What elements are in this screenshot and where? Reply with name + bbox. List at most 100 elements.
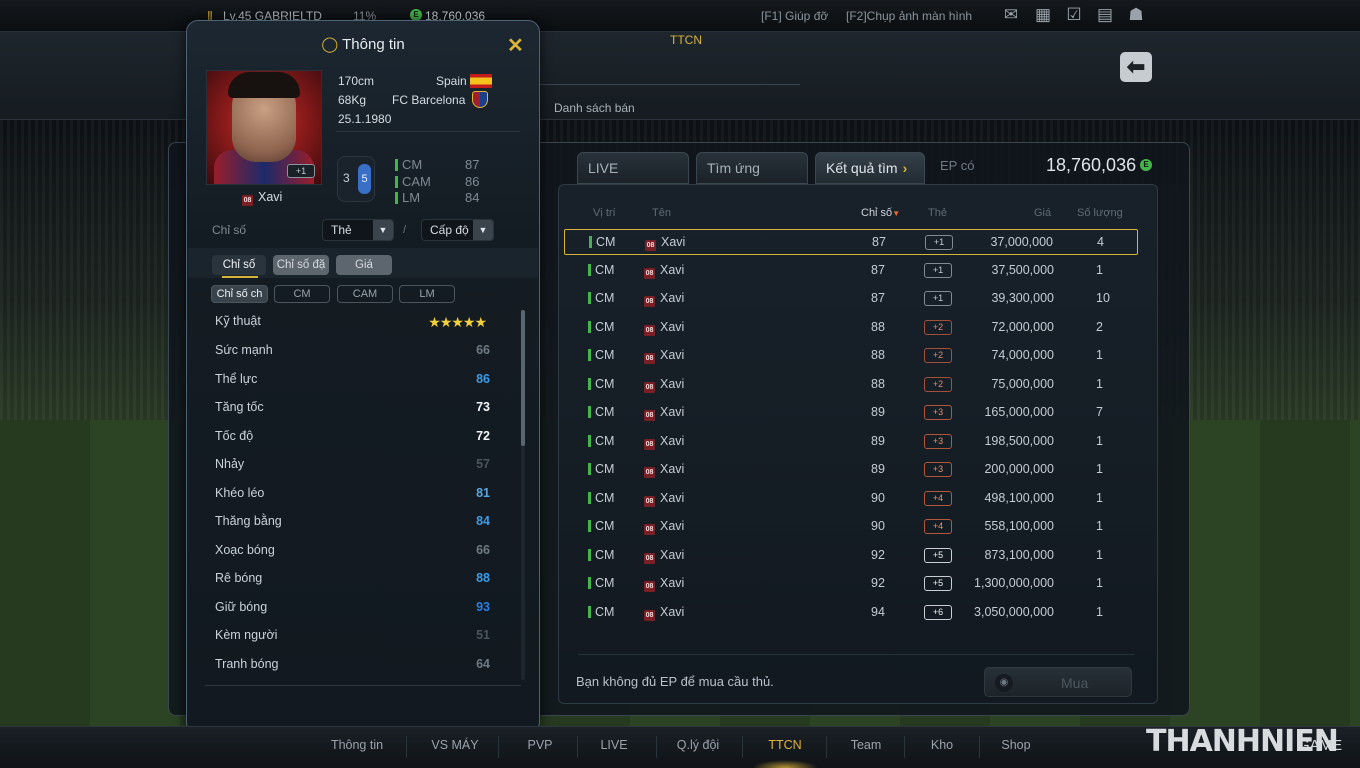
col-card[interactable]: Thẻ [928, 207, 947, 219]
nav-item[interactable]: Q.lý đội [658, 738, 738, 752]
stat-row: Tốc độ 72 [215, 429, 490, 449]
row-rating: 87 [871, 291, 885, 305]
news-icon[interactable]: ▦ [1032, 5, 1054, 25]
nav-item[interactable]: PVP [500, 738, 580, 752]
sell-list-tab[interactable]: Danh sách bán [554, 101, 635, 115]
col-position[interactable]: Vị trí [593, 207, 616, 219]
table-row[interactable]: CM 08 Xavi 89 +3 165,000,000 7 [564, 400, 1138, 426]
mail-icon[interactable]: ✉ [1000, 5, 1022, 25]
tab-underline [222, 276, 258, 278]
position-bar [588, 349, 591, 361]
nav-item[interactable]: Kho [902, 738, 982, 752]
table-row[interactable]: CM 08 Xavi 88 +2 75,000,000 1 [564, 372, 1138, 398]
nav-item[interactable]: LIVE [574, 738, 654, 752]
row-quantity: 2 [1096, 319, 1103, 334]
table-row[interactable]: CM 08 Xavi 87 +1 37,500,000 1 [564, 258, 1138, 284]
card-dropdown[interactable]: Thẻ ▼ [322, 219, 394, 241]
row-card-badge: +1 [924, 262, 952, 278]
season-08-icon: 08 [644, 581, 655, 592]
position-bar [588, 463, 591, 475]
row-position: CM [588, 576, 614, 590]
nav-item[interactable]: Shop [976, 738, 1056, 752]
table-row[interactable]: CM 08 Xavi 92 +5 873,100,000 1 [564, 543, 1138, 569]
help-link[interactable]: [F1] Giúp đỡ [761, 9, 828, 23]
row-position: CM [588, 491, 614, 505]
chat-icon[interactable]: ▤ [1094, 5, 1116, 25]
col-name[interactable]: Tên [652, 207, 671, 219]
stat-row: Sức mạnh 66 [215, 343, 490, 363]
position-bar [395, 192, 398, 204]
table-row[interactable]: CM 08 Xavi 92 +5 1,300,000,000 1 [564, 571, 1138, 597]
row-name: 08 Xavi [644, 434, 684, 450]
table-row[interactable]: CM 08 Xavi 87 +1 37,000,000 4 [564, 229, 1138, 255]
nav-item[interactable]: Team [826, 738, 906, 752]
stat-value: 66 [476, 343, 490, 357]
row-position-text: CM [595, 576, 615, 590]
chip-main-stats[interactable]: Chỉ số ch [211, 285, 268, 303]
row-price: 75,000,000 [991, 376, 1054, 391]
col-price[interactable]: Giá [1034, 207, 1051, 219]
calendar-check-icon[interactable]: ☑ [1063, 5, 1085, 25]
stat-row: Tăng tốc 73 [215, 400, 490, 420]
position-bar [588, 577, 591, 589]
stat-value: 66 [476, 542, 490, 557]
tab-search-results[interactable]: Kết quả tìm › [815, 152, 925, 184]
profile-icon[interactable]: ☗ [1125, 5, 1147, 25]
nav-item[interactable]: TTCN [745, 738, 825, 752]
position-bar [588, 520, 591, 532]
nav-item[interactable]: Thông tin [317, 738, 397, 752]
skill-stars-icon: ★★★★★ [428, 314, 487, 330]
back-button[interactable]: ⬅ [1120, 52, 1152, 82]
col-rating[interactable]: Chỉ số▼ [861, 207, 900, 219]
scrollbar-thumb[interactable] [521, 310, 525, 446]
chip-lm[interactable]: LM [399, 285, 455, 303]
position-rating-row: LM [395, 190, 420, 205]
tab-stats[interactable]: Chỉ số [212, 255, 266, 275]
chip-cam[interactable]: CAM [337, 285, 393, 303]
buy-label: Mua [1061, 675, 1089, 691]
row-name: 08 Xavi [645, 235, 685, 251]
stat-row: Nhảy 57 [215, 457, 490, 477]
row-quantity: 1 [1096, 348, 1103, 362]
nav-active-glow [752, 760, 818, 768]
table-row[interactable]: CM 08 Xavi 87 +1 39,300,000 10 [564, 286, 1138, 312]
table-row[interactable]: CM 08 Xavi 88 +2 72,000,000 2 [564, 315, 1138, 341]
stat-scrollbar[interactable] [521, 310, 525, 680]
table-row[interactable]: CM 08 Xavi 94 +6 3,050,000,000 1 [564, 600, 1138, 626]
table-row[interactable]: CM 08 Xavi 90 +4 558,100,000 1 [564, 514, 1138, 540]
stat-row: Rê bóng 88 [215, 571, 490, 591]
buy-button[interactable]: ◉ Mua [984, 667, 1132, 697]
col-rating-label: Chỉ số [861, 207, 893, 219]
table-row[interactable]: CM 08 Xavi 88 +2 74,000,000 1 [564, 343, 1138, 369]
nav-separator [498, 736, 499, 758]
row-position-text: CM [595, 348, 615, 362]
position-value: 84 [465, 190, 480, 205]
row-position-text: CM [595, 291, 615, 305]
tab-results-label: Kết quả tìm [826, 160, 898, 176]
nav-separator [742, 736, 743, 758]
row-name-text: Xavi [660, 405, 685, 419]
tab-special-stats[interactable]: Chỉ số đặ [273, 255, 329, 275]
row-name: 08 Xavi [644, 491, 684, 507]
table-row[interactable]: CM 08 Xavi 89 +3 200,000,000 1 [564, 457, 1138, 483]
stat-name: Rê bóng [215, 571, 263, 585]
tab-price[interactable]: Giá [336, 255, 392, 275]
close-icon[interactable]: ✕ [507, 33, 524, 58]
row-price: 37,000,000 [990, 235, 1053, 249]
tab-candidates[interactable]: Tìm ứng viên› [696, 152, 808, 206]
row-quantity: 1 [1096, 262, 1103, 277]
tab-live-boost[interactable]: LIVE BOOST★ [577, 152, 689, 206]
row-position-text: CM [595, 405, 615, 419]
table-row[interactable]: CM 08 Xavi 89 +3 198,500,000 1 [564, 429, 1138, 455]
row-card-badge: +4 [924, 490, 952, 506]
chip-cm[interactable]: CM [274, 285, 330, 303]
screenshot-link[interactable]: [F2]Chụp ảnh màn hình [846, 9, 972, 23]
table-row[interactable]: CM 08 Xavi 90 +4 498,100,000 1 [564, 486, 1138, 512]
level-dropdown[interactable]: Cấp độ ▼ [421, 219, 494, 241]
spain-flag-icon [470, 74, 492, 88]
col-quantity[interactable]: Số lượng [1077, 207, 1123, 219]
row-name: 08 Xavi [644, 377, 684, 393]
back-arrow-icon: ⬅ [1126, 54, 1146, 79]
nav-item[interactable]: VS MÁY [415, 738, 495, 752]
stat-name: Kèm người [215, 628, 278, 642]
